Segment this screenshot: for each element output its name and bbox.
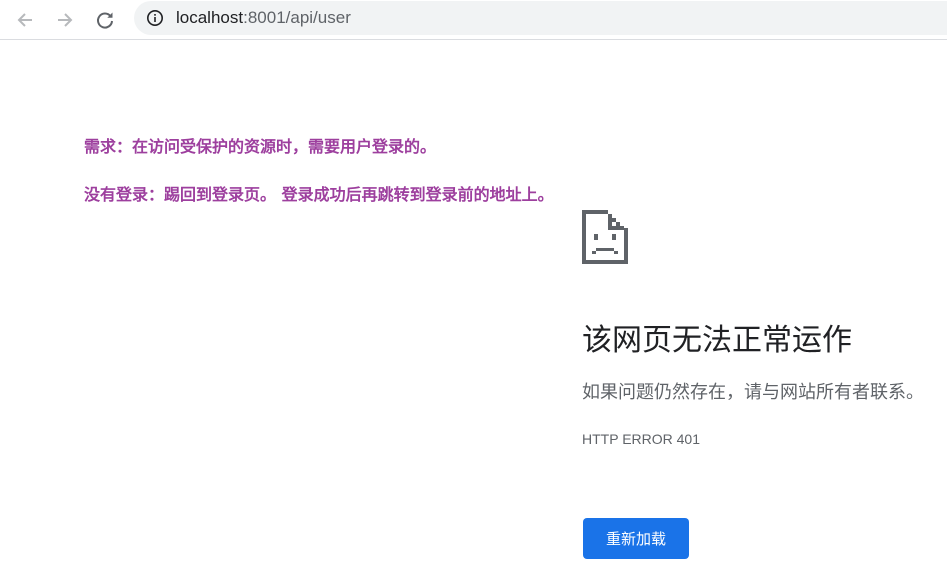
error-code: HTTP ERROR 401	[582, 431, 700, 447]
error-title: 该网页无法正常运作	[582, 323, 852, 358]
arrow-right-icon	[58, 13, 73, 27]
browser-toolbar: localhost:8001/api/user	[0, 0, 947, 40]
info-circle-icon[interactable]	[146, 9, 164, 27]
url-path: :8001/api/user	[243, 8, 351, 27]
address-bar[interactable]: localhost:8001/api/user	[134, 1, 947, 35]
url-text[interactable]: localhost:8001/api/user	[176, 8, 351, 28]
sad-document-icon	[582, 210, 628, 264]
annotation-requirement: 需求：在访问受保护的资源时，需要用户登录的。	[84, 137, 437, 156]
error-description: 如果问题仍然存在，请与网站所有者联系。	[582, 382, 924, 403]
reload-page-button[interactable]	[89, 4, 121, 36]
reload-button[interactable]: 重新加载	[583, 518, 689, 559]
reload-icon	[97, 12, 113, 29]
back-button[interactable]	[9, 4, 41, 36]
url-host: localhost	[176, 8, 244, 27]
forward-button[interactable]	[49, 4, 81, 36]
arrow-left-icon	[17, 13, 32, 27]
annotation-login-flow: 没有登录：踢回到登录页。 登录成功后再跳转到登录前的地址上。	[84, 185, 554, 204]
